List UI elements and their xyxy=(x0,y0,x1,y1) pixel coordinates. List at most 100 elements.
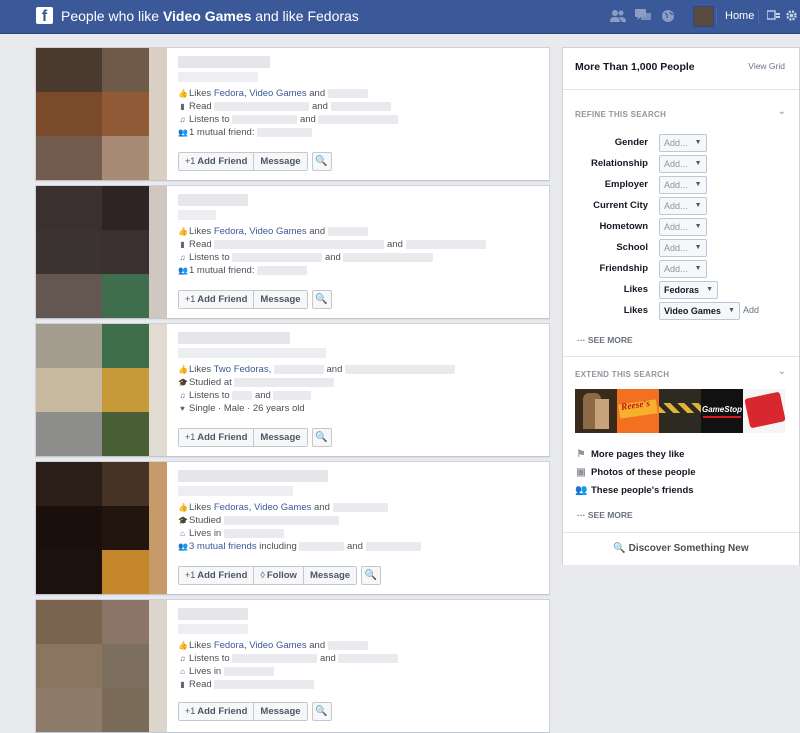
page-link[interactable]: Two Fedoras, xyxy=(214,364,272,375)
page-link[interactable]: Fedora xyxy=(214,88,244,99)
filter-dropdown[interactable]: Add... ▼ xyxy=(659,176,707,194)
book-icon: ▮ xyxy=(180,102,185,111)
action-buttons: +1 Add Friend Message 🔍 xyxy=(178,290,332,309)
profile-photo[interactable] xyxy=(36,324,167,456)
caret-down-icon: ▼ xyxy=(694,223,702,230)
music-note-icon: ♫ xyxy=(179,654,186,663)
page-link[interactable]: Fedoras xyxy=(214,502,249,513)
messages-icon[interactable] xyxy=(634,9,651,23)
search-icon[interactable]: 🔍 xyxy=(361,566,382,585)
add-friend-button[interactable]: +1 Add Friend xyxy=(179,153,254,170)
divider xyxy=(563,89,799,90)
filter-dropdown[interactable]: Add... ▼ xyxy=(659,134,707,152)
person-subtitle xyxy=(178,624,248,634)
see-more-link[interactable]: ··· SEE MORE xyxy=(577,510,633,520)
page-link[interactable]: Video Games xyxy=(249,226,306,237)
more-pages-link[interactable]: ⚑ More pages they like xyxy=(575,448,685,462)
person-subtitle xyxy=(178,486,293,496)
page-link[interactable]: Fedora xyxy=(214,640,244,651)
message-button[interactable]: Message xyxy=(253,429,307,446)
add-friend-button[interactable]: +1 Add Friend xyxy=(179,567,254,584)
red-badge-thumb[interactable] xyxy=(743,389,785,433)
likes-line: 👍Likes Fedora, Video Games and xyxy=(178,88,538,100)
person-subtitle xyxy=(178,72,258,82)
read-line: ▮ Read xyxy=(178,679,538,691)
mutual-friends-link[interactable]: 3 mutual friends xyxy=(189,541,257,552)
add-friend-button[interactable]: +1 Add Friend xyxy=(179,703,254,720)
add-filter-link[interactable]: Add xyxy=(743,305,759,315)
likes-line: 👍Likes Fedora, Video Games and xyxy=(178,226,538,238)
privacy-shortcut-icon[interactable] xyxy=(765,9,782,23)
likes-line: 👍Likes Fedora, Video Games and xyxy=(178,640,538,652)
person-name[interactable] xyxy=(178,332,290,344)
friend-requests-icon[interactable] xyxy=(609,9,626,23)
facebook-logo-icon[interactable]: f xyxy=(36,7,53,24)
graduation-cap-icon: 🎓 xyxy=(178,378,188,387)
filter-school: School Add... ▼ xyxy=(563,239,799,257)
chevron-down-icon[interactable]: ⌄ xyxy=(778,366,786,377)
person-name[interactable] xyxy=(178,194,248,206)
gamestop-thumb[interactable]: GameStop xyxy=(701,389,743,433)
message-button[interactable]: Message xyxy=(253,153,307,170)
filter-dropdown[interactable]: Add... ▼ xyxy=(659,197,707,215)
profile-avatar[interactable] xyxy=(693,6,714,27)
chevron-down-icon[interactable]: ⌄ xyxy=(778,106,786,117)
add-friend-button[interactable]: +1 Add Friend xyxy=(179,291,254,308)
result-info: 👍Likes Fedoras, Video Games and 🎓Studied… xyxy=(178,470,538,554)
view-grid-link[interactable]: View Grid xyxy=(748,61,785,71)
photos-link[interactable]: ▣ Photos of these people xyxy=(575,466,695,480)
page-title: People who like Video Games and like Fed… xyxy=(61,8,359,24)
home-link[interactable]: Home xyxy=(725,10,754,22)
search-icon[interactable]: 🔍 xyxy=(311,290,332,309)
filter-dropdown[interactable]: Add... ▼ xyxy=(659,218,707,236)
studied-line: 🎓Studied xyxy=(178,515,538,527)
page-link[interactable]: Video Games xyxy=(249,640,306,651)
page-link[interactable]: Fedora xyxy=(214,226,244,237)
result-card: 👍Likes Fedoras, Video Games and 🎓Studied… xyxy=(35,461,550,595)
thumbs-up-icon: 👍 xyxy=(178,365,188,374)
filter-dropdown[interactable]: Add... ▼ xyxy=(659,260,707,278)
movie-thumb[interactable] xyxy=(575,389,617,433)
discover-button[interactable]: 🔍 Discover Something New xyxy=(563,532,799,565)
caution-thumb[interactable] xyxy=(659,389,701,433)
search-icon[interactable]: 🔍 xyxy=(311,702,332,721)
notifications-globe-icon[interactable] xyxy=(659,9,676,23)
caret-down-icon: ▼ xyxy=(727,307,735,314)
filter-friendship: Friendship Add... ▼ xyxy=(563,260,799,278)
message-button[interactable]: Message xyxy=(253,291,307,308)
message-button[interactable]: Message xyxy=(253,703,307,720)
mutual-friends-icon: 👥 xyxy=(178,266,188,275)
thumbs-up-icon: 👍 xyxy=(178,227,188,236)
person-name[interactable] xyxy=(178,56,270,68)
see-more-link[interactable]: ··· SEE MORE xyxy=(577,335,633,345)
profile-photo[interactable] xyxy=(36,186,167,318)
filter-dropdown[interactable]: Fedoras ▼ xyxy=(659,281,719,299)
read-line: ▮ Read and xyxy=(178,101,538,113)
filter-dropdown[interactable]: Add... ▼ xyxy=(659,239,707,257)
person-name[interactable] xyxy=(178,470,328,482)
message-button[interactable]: Message xyxy=(302,567,357,584)
follow-button[interactable]: ◊ Follow xyxy=(253,567,303,584)
result-card: 👍Likes Fedora, Video Games and ▮ Read and… xyxy=(35,47,550,181)
caret-down-icon: ▼ xyxy=(694,160,702,167)
result-info: 👍Likes Fedora, Video Games and ▮ Read and… xyxy=(178,56,538,140)
reeses-thumb[interactable]: Reese's xyxy=(617,389,659,433)
thumbs-up-icon: 👍 xyxy=(178,503,188,512)
search-icon[interactable]: 🔍 xyxy=(311,152,332,171)
page-link[interactable]: Video Games xyxy=(249,88,306,99)
filter-dropdown[interactable]: Add... ▼ xyxy=(659,155,707,173)
settings-gear-icon[interactable] xyxy=(783,9,800,23)
person-name[interactable] xyxy=(178,608,248,620)
graduation-cap-icon: 🎓 xyxy=(178,516,188,525)
search-icon[interactable]: 🔍 xyxy=(311,428,332,447)
profile-photo[interactable] xyxy=(36,48,167,180)
thumbs-up-icon: 👍 xyxy=(178,89,188,98)
filter-dropdown[interactable]: Video Games ▼ xyxy=(659,302,740,320)
page-link[interactable]: Video Games xyxy=(254,502,311,513)
friends-icon: 👥 xyxy=(575,485,588,496)
profile-photo[interactable] xyxy=(36,462,167,594)
likes-line: 👍Likes Two Fedoras, and xyxy=(178,364,538,376)
profile-photo[interactable] xyxy=(36,600,167,732)
friends-link[interactable]: 👥 These people's friends xyxy=(575,484,694,498)
add-friend-button[interactable]: +1 Add Friend xyxy=(179,429,254,446)
